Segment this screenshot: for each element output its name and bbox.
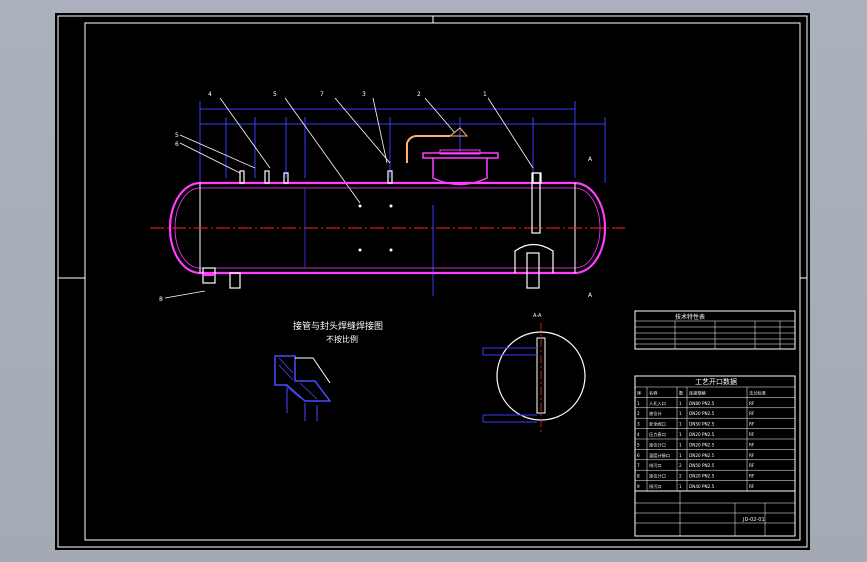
- weld-detail-scale: 不按比例: [326, 334, 358, 344]
- nozzle-cell: DN20 PN2.5: [689, 474, 715, 479]
- nozzle-cell: 1: [679, 484, 682, 489]
- nozzle-cell: 压力表口: [649, 431, 666, 438]
- nozzle-cell: DN50 PN2.5: [689, 422, 715, 427]
- nozzle-cell: 1: [679, 442, 682, 447]
- nozzle-cell: 排污口: [649, 462, 662, 469]
- nozzle-cell: DN80 PN2.5: [689, 401, 715, 406]
- tech-table: 技术特性表: [634, 310, 796, 350]
- nozzle-cell: 5: [637, 442, 640, 447]
- weld-detail: 接管与封头焊缝焊接图 不按比例: [274, 320, 383, 421]
- nozzle-cell: 7: [637, 463, 640, 468]
- nozzle-cell: 2: [679, 474, 682, 479]
- weld-dims: [286, 388, 318, 421]
- cut-marker-bottom: A: [588, 292, 593, 299]
- balloon-labels: 4 5 7 3 2 1 5 6 8: [159, 91, 487, 303]
- balloon-5: 5: [175, 132, 179, 139]
- nozzle-cell: RF: [749, 411, 755, 416]
- nozzle-cell: RF: [749, 484, 755, 489]
- nozzle-table-title: 工艺开口数据: [695, 377, 737, 386]
- nozzle-cell: RF: [749, 442, 755, 447]
- nozzle-cell: 安全阀口: [649, 421, 666, 428]
- nozzle-cell: DN50 PN2.5: [689, 463, 715, 468]
- weld-detail-title: 接管与封头焊缝焊接图: [293, 320, 383, 332]
- nozzle-table-cells: 序 名称 数连接规格 法兰标准 1 人孔入口 1 DN80 PN2.5 RF 2 液位计 1 DN20 …: [637, 389, 766, 490]
- balloon-3: 3: [362, 91, 366, 98]
- nozzle-table: 工艺开口数据 序 名称 数连接规格 法兰标准 1 人孔入口 1 DN80 PN2.5 RF 2 液位…: [634, 375, 796, 492]
- top-nozzles: [239, 170, 542, 234]
- balloon-8: 8: [159, 296, 163, 303]
- title-block: JD-02-01: [634, 490, 796, 537]
- nozzle-cell: DN20 PN2.5: [689, 411, 715, 416]
- manhole: [406, 127, 499, 186]
- nozzle-cell: 1: [637, 401, 640, 406]
- nozzle-cell: RF: [749, 401, 755, 406]
- balloon-4: 4: [208, 91, 212, 98]
- balloon-6: 6: [175, 141, 179, 148]
- balloon-2: 2: [417, 91, 421, 98]
- nozzle-cell: 6: [637, 453, 640, 458]
- nozzle-header-cell: 连接规格: [689, 389, 707, 396]
- tech-table-title: 技术特性表: [675, 313, 705, 321]
- title-block-border: [634, 490, 796, 537]
- cut-marker-top: A: [588, 156, 593, 163]
- nozzle-cell: 液位计口: [649, 473, 666, 480]
- nozzle-cell: RF: [749, 463, 755, 468]
- nozzle-cell: 1: [679, 401, 682, 406]
- balloon-5-top: 5: [273, 91, 277, 98]
- nozzle-header-cell: 名称: [649, 389, 657, 396]
- nozzle-header-cell: 法兰标准: [749, 389, 766, 396]
- nozzle-header-cell: 序: [637, 389, 641, 396]
- nozzle-cell: 1: [679, 422, 682, 427]
- section-label: A-A: [533, 313, 542, 319]
- nozzle-cell: 9: [637, 484, 640, 489]
- drawing-canvas: 4 5 7 3 2 1 5 6 8 A A 接管与封头焊缝焊接图 不按比例 A-…: [57, 15, 808, 548]
- vessel-elevation: A A: [150, 127, 625, 299]
- nozzle-cell: 1: [679, 453, 682, 458]
- weld-hatch: [278, 357, 318, 400]
- nozzle-cell: 人孔入口: [649, 400, 666, 407]
- drawing-number: JD-02-01: [742, 517, 765, 523]
- title-block-grid: [635, 491, 795, 536]
- nozzle-cell: 2: [679, 463, 682, 468]
- nozzle-cell: 1: [679, 432, 682, 437]
- nozzle-cell: DN40 PN2.5: [689, 484, 715, 489]
- nozzle-cell: 4: [637, 432, 640, 437]
- nozzle-cell: RF: [749, 422, 755, 427]
- nozzle-cell: DN20 PN2.5: [689, 453, 715, 458]
- tech-table-grid: [635, 320, 795, 349]
- nozzle-cell: 液位计口: [649, 441, 666, 448]
- nozzle-cell: DN20 PN2.5: [689, 432, 715, 437]
- nozzle-cell: 8: [637, 474, 640, 479]
- top-dimension-lines: [199, 101, 606, 296]
- nozzle-header-cell: 数: [679, 389, 684, 396]
- balloon-1: 1: [483, 91, 487, 98]
- weld-profile: [295, 357, 331, 384]
- section-dims: [482, 347, 537, 423]
- drawing-sheet: 4 5 7 3 2 1 5 6 8 A A 接管与封头焊缝焊接图 不按比例 A-…: [55, 13, 810, 550]
- nozzle-cell: RF: [749, 453, 755, 458]
- cad-viewport: 4 5 7 3 2 1 5 6 8 A A 接管与封头焊缝焊接图 不按比例 A-…: [0, 0, 867, 562]
- section-aa: A-A: [482, 313, 586, 433]
- nozzle-cell: RF: [749, 474, 755, 479]
- nozzle-cell: 2: [637, 411, 640, 416]
- nozzle-cell: 3: [637, 422, 640, 427]
- bottom-outlet: [202, 243, 554, 289]
- balloon-7: 7: [320, 91, 324, 98]
- nozzle-cell: DN20 PN2.5: [689, 442, 715, 447]
- nozzle-cell: 液位计: [649, 410, 662, 417]
- nozzle-cell: RF: [749, 432, 755, 437]
- nozzle-cell: 排污口: [649, 483, 662, 490]
- nozzle-cell: 温度计接口: [649, 452, 670, 459]
- nozzle-cell: 1: [679, 411, 682, 416]
